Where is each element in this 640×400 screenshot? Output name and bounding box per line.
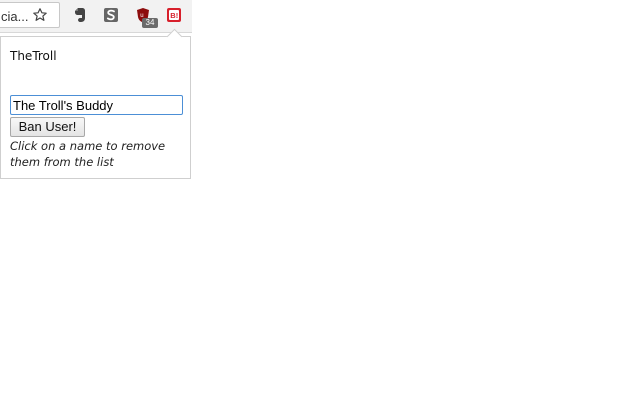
banned-user-extension-icon[interactable]: B! [166, 7, 182, 23]
s-icon[interactable] [103, 7, 119, 23]
ublock-badge: 34 [142, 18, 158, 28]
address-bar[interactable]: cia... [0, 2, 60, 28]
svg-text:B!: B! [170, 11, 178, 20]
browser-toolbar: cia... u 34 B! [0, 0, 192, 33]
banned-user-extension-icon-svg: B! [167, 8, 181, 22]
evernote-icon-svg [75, 8, 85, 22]
ban-user-button[interactable]: Ban User! [10, 117, 85, 137]
username-input[interactable] [10, 95, 183, 115]
banned-user-list-item[interactable]: TheTroll [10, 49, 57, 63]
banned-users-popup: TheTroll Ban User! Click on a name to re… [0, 36, 191, 179]
evernote-icon[interactable] [72, 7, 88, 23]
help-text: Click on a name to remove them from the … [10, 139, 166, 169]
s-icon-svg [104, 8, 118, 22]
star-icon[interactable] [32, 7, 48, 23]
address-bar-text: cia... [1, 9, 29, 24]
star-icon-svg [33, 8, 47, 21]
